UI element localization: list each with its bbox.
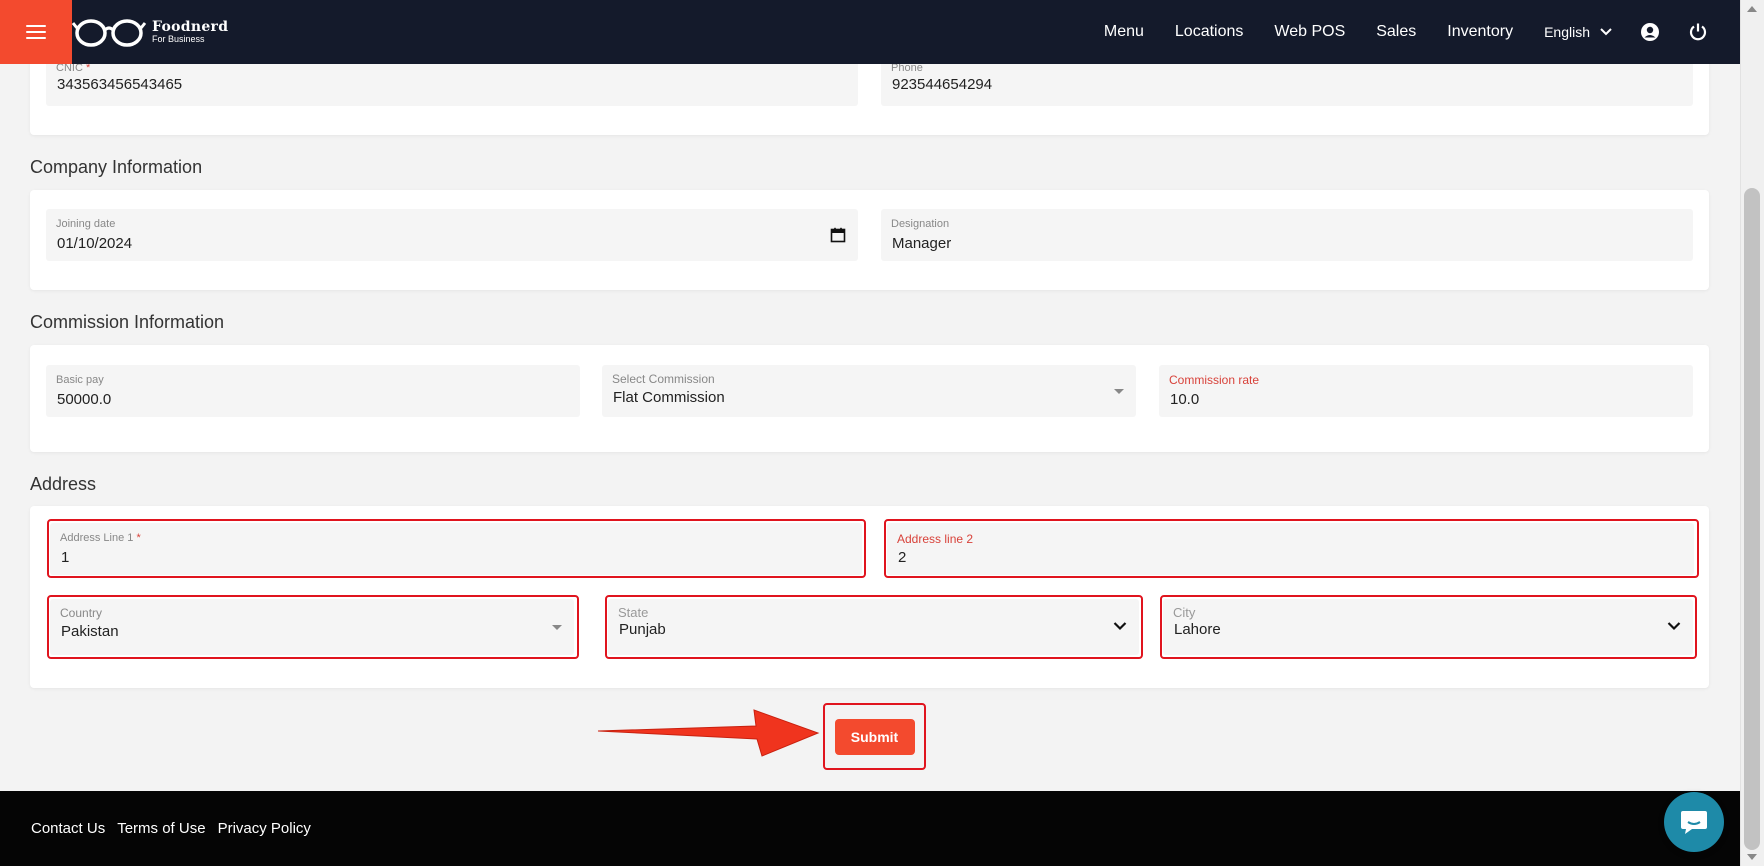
basic-pay-value: 50000.0 [57, 391, 112, 408]
designation-field[interactable]: Designation Manager [881, 209, 1693, 261]
language-select[interactable]: English [1544, 24, 1612, 40]
company-info-title: Company Information [30, 157, 203, 177]
commission-rate-field[interactable]: Commission rate 10.0 [1159, 365, 1693, 417]
city-dropdown[interactable]: City Lahore [1163, 599, 1693, 655]
city-label: City [1173, 605, 1196, 620]
state-label: State [618, 605, 649, 620]
country-value: Pakistan [61, 623, 119, 640]
nav-web-pos[interactable]: Web POS [1274, 23, 1345, 41]
dropdown-caret-icon [552, 625, 562, 630]
joining-date-field[interactable]: Joining date 01/10/2024 [46, 209, 858, 261]
brand-logo[interactable]: Foodnerd For Business [72, 0, 228, 64]
brand-tagline: For Business [152, 34, 205, 44]
brand-name: Foodnerd [152, 19, 229, 35]
joining-date-label: Joining date [56, 218, 116, 230]
commission-rate-label: Commission rate [1169, 373, 1260, 387]
nav-links: Menu Locations Web POS Sales Inventory E… [1104, 0, 1740, 64]
address-line2-value: 2 [898, 549, 907, 566]
submit-button[interactable]: Submit [834, 718, 915, 755]
chevron-down-icon [1113, 622, 1127, 631]
select-commission-dropdown[interactable]: Select Commission Flat Commission [602, 365, 1136, 417]
scrollbar-thumb[interactable] [1744, 188, 1760, 850]
highlight-submit: Submit [823, 703, 926, 770]
account-circle-icon[interactable] [1640, 22, 1660, 42]
scroll-down-icon[interactable] [1747, 854, 1757, 860]
designation-value: Manager [892, 235, 952, 252]
address-line1-value: 1 [61, 549, 70, 566]
dropdown-caret-icon [1114, 389, 1124, 394]
top-navbar: Foodnerd For Business Menu Locations Web… [0, 0, 1740, 64]
chat-icon[interactable] [1664, 792, 1724, 852]
phone-field[interactable]: Phone 923544654294 [881, 58, 1693, 106]
select-commission-value: Flat Commission [613, 389, 725, 406]
annotation-arrow [597, 709, 820, 757]
footer: Contact Us Terms of Use Privacy Policy [0, 791, 1740, 866]
select-commission-label: Select Commission [612, 372, 715, 386]
cnic-value: 343563456543465 [57, 76, 183, 93]
country-dropdown[interactable]: Country Pakistan [50, 599, 574, 655]
power-icon[interactable] [1688, 22, 1708, 42]
scroll-up-icon[interactable] [1747, 6, 1757, 12]
language-label: English [1544, 24, 1590, 40]
state-value: Punjab [619, 621, 666, 638]
cnic-field[interactable]: CNIC * 343563456543465 [46, 58, 858, 106]
calendar-icon[interactable] [830, 227, 846, 243]
nav-menu[interactable]: Menu [1104, 23, 1144, 41]
nav-sales[interactable]: Sales [1376, 23, 1416, 41]
chevron-down-icon [1667, 622, 1681, 631]
footer-privacy-policy[interactable]: Privacy Policy [218, 820, 311, 837]
country-label: Country [60, 606, 103, 620]
address-line1-field[interactable]: Address Line 1 * 1 [50, 523, 862, 575]
page-scrollbar[interactable] [1740, 0, 1764, 866]
commission-info-title: Commission Information [30, 312, 225, 332]
address-line2-label: Address line 2 [897, 532, 974, 546]
city-value: Lahore [1174, 621, 1221, 638]
menu-icon[interactable] [0, 0, 72, 64]
phone-value: 923544654294 [892, 76, 993, 93]
footer-terms-of-use[interactable]: Terms of Use [117, 820, 205, 837]
designation-label: Designation [891, 218, 950, 230]
glasses-logo-icon [72, 19, 147, 47]
footer-contact-us[interactable]: Contact Us [31, 820, 105, 837]
joining-date-value: 01/10/2024 [57, 235, 133, 252]
address-title: Address [30, 474, 97, 494]
state-dropdown[interactable]: State Punjab [608, 599, 1139, 655]
basic-pay-field[interactable]: Basic pay 50000.0 [46, 365, 580, 417]
nav-inventory[interactable]: Inventory [1447, 23, 1513, 41]
address-line2-field[interactable]: Address line 2 2 [887, 523, 1694, 575]
basic-pay-label: Basic pay [56, 374, 104, 386]
chevron-down-icon [1600, 28, 1612, 36]
nav-locations[interactable]: Locations [1175, 23, 1244, 41]
address-line1-label: Address Line 1 * [60, 532, 141, 544]
commission-rate-value: 10.0 [1170, 391, 1200, 408]
